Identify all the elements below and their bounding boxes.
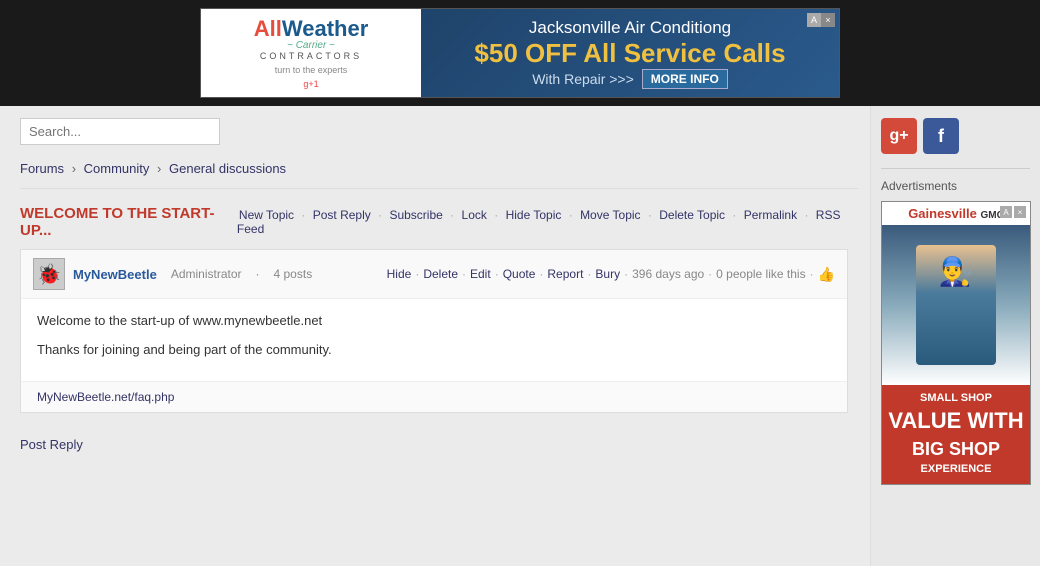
post-header: 🐞 MyNewBeetle Administrator · 4 posts Hi… bbox=[21, 250, 847, 299]
post-body: Welcome to the start-up of www.mynewbeet… bbox=[21, 299, 847, 381]
breadcrumb-forums[interactable]: Forums bbox=[20, 161, 64, 176]
delete-post-link[interactable]: Delete bbox=[423, 267, 458, 281]
delete-topic-link[interactable]: Delete Topic bbox=[659, 208, 725, 222]
topic-title: WELCOME TO THE START-UP... bbox=[20, 205, 237, 239]
report-post-link[interactable]: Report bbox=[547, 267, 583, 281]
post-body-line1: Welcome to the start-up of www.mynewbeet… bbox=[37, 311, 831, 332]
sidebar-ad: Gainesville GMC A × 👨‍🔧 SMALL SHOP VALUE… bbox=[881, 201, 1031, 485]
sidebar-ad-image: 👨‍🔧 bbox=[882, 225, 1030, 385]
sidebar-ad-text-line1: SMALL SHOP bbox=[888, 391, 1024, 406]
top-banner-area: AllWeather ~ Carrier ~ CONTRACTORS turn … bbox=[0, 0, 1040, 106]
post-likes: 0 people like this bbox=[716, 267, 805, 281]
banner-title: Jacksonville Air Conditiong bbox=[529, 18, 731, 38]
sidebar-ad-close-buttons: A × bbox=[1000, 206, 1026, 218]
sidebar-ad-logo: Gainesville GMC bbox=[908, 206, 1004, 221]
breadcrumb-community[interactable]: Community bbox=[84, 161, 150, 176]
post-link-area: MyNewBeetle.net/faq.php bbox=[21, 381, 847, 412]
avatar: 🐞 bbox=[33, 258, 65, 290]
sidebar-ad-text-line4: EXPERIENCE bbox=[888, 462, 1024, 477]
sidebar-ad-text-line2: VALUE WITH bbox=[888, 406, 1024, 437]
sidebar-ad-header: Gainesville GMC A × bbox=[882, 202, 1030, 225]
breadcrumb: Forums › Community › General discussions bbox=[20, 157, 858, 189]
main-wrapper: Forums › Community › General discussions… bbox=[0, 106, 1040, 566]
lock-link[interactable]: Lock bbox=[462, 208, 487, 222]
banner-logo-sub: CONTRACTORS bbox=[260, 51, 362, 61]
sidebar: g+ f Advertisments Gainesville GMC A × 👨… bbox=[870, 106, 1040, 566]
post-faq-link[interactable]: MyNewBeetle.net/faq.php bbox=[37, 390, 174, 404]
sidebar-ad-text: SMALL SHOP VALUE WITH BIG SHOP EXPERIENC… bbox=[882, 385, 1030, 484]
content-area: Forums › Community › General discussions… bbox=[0, 106, 870, 566]
advertisments-label: Advertisments bbox=[881, 179, 1030, 193]
author-posts: · bbox=[256, 267, 260, 281]
post-reply-footer-link[interactable]: Post Reply bbox=[20, 437, 83, 452]
post-meta-right: Hide · Delete · Edit · Quote · Report · … bbox=[387, 266, 835, 283]
banner-adx-button[interactable]: A bbox=[807, 13, 821, 27]
banner-logo: AllWeather bbox=[254, 18, 369, 40]
topic-actions: New Topic · Post Reply · Subscribe · Loc… bbox=[237, 208, 848, 236]
banner-sub: With Repair >>> MORE INFO bbox=[532, 69, 728, 89]
banner-offer-area: Jacksonville Air Conditiong $50 OFF All … bbox=[421, 10, 839, 97]
banner-logo-area: AllWeather ~ Carrier ~ CONTRACTORS turn … bbox=[201, 9, 421, 97]
subscribe-link[interactable]: Subscribe bbox=[389, 208, 442, 222]
hide-post-link[interactable]: Hide bbox=[387, 267, 412, 281]
breadcrumb-general[interactable]: General discussions bbox=[169, 161, 286, 176]
author-name-link[interactable]: MyNewBeetle bbox=[73, 267, 157, 282]
new-topic-link[interactable]: New Topic bbox=[239, 208, 294, 222]
post-container: 🐞 MyNewBeetle Administrator · 4 posts Hi… bbox=[20, 249, 848, 413]
topic-header: WELCOME TO THE START-UP... New Topic · P… bbox=[20, 205, 858, 239]
facebook-button[interactable]: f bbox=[923, 118, 959, 154]
search-bar-container bbox=[20, 118, 858, 145]
sidebar-ad-person: 👨‍🔧 bbox=[916, 245, 996, 365]
quote-post-link[interactable]: Quote bbox=[503, 267, 536, 281]
author-role: Administrator bbox=[171, 267, 242, 281]
like-button[interactable]: 👍 bbox=[818, 266, 835, 283]
post-time: 396 days ago bbox=[632, 267, 704, 281]
banner-close-button[interactable]: × bbox=[821, 13, 835, 27]
banner-offer: $50 OFF All Service Calls bbox=[474, 38, 785, 69]
post-author: 🐞 MyNewBeetle Administrator · 4 posts bbox=[33, 258, 312, 290]
edit-post-link[interactable]: Edit bbox=[470, 267, 491, 281]
google-plus-button[interactable]: g+ bbox=[881, 118, 917, 154]
sidebar-ad-text-line3: BIG SHOP bbox=[888, 437, 1024, 462]
sidebar-ad-close-btn-2[interactable]: × bbox=[1014, 206, 1026, 218]
post-reply-link-top[interactable]: Post Reply bbox=[313, 208, 371, 222]
author-post-count: 4 posts bbox=[274, 267, 313, 281]
post-body-line2: Thanks for joining and being part of the… bbox=[37, 340, 831, 361]
move-topic-link[interactable]: Move Topic bbox=[580, 208, 640, 222]
sidebar-ad-close-btn-1[interactable]: A bbox=[1000, 206, 1012, 218]
banner-ad: AllWeather ~ Carrier ~ CONTRACTORS turn … bbox=[200, 8, 840, 98]
hide-topic-link[interactable]: Hide Topic bbox=[506, 208, 562, 222]
breadcrumb-sep-1: › bbox=[72, 161, 76, 176]
banner-more-button[interactable]: MORE INFO bbox=[642, 69, 728, 89]
permalink-link[interactable]: Permalink bbox=[744, 208, 797, 222]
post-reply-footer: Post Reply bbox=[20, 429, 858, 460]
bury-post-link[interactable]: Bury bbox=[595, 267, 620, 281]
search-input[interactable] bbox=[20, 118, 220, 145]
banner-tagline: turn to the experts bbox=[275, 65, 348, 75]
sidebar-divider bbox=[881, 168, 1030, 169]
breadcrumb-sep-2: › bbox=[157, 161, 161, 176]
social-icons: g+ f bbox=[881, 118, 1030, 154]
